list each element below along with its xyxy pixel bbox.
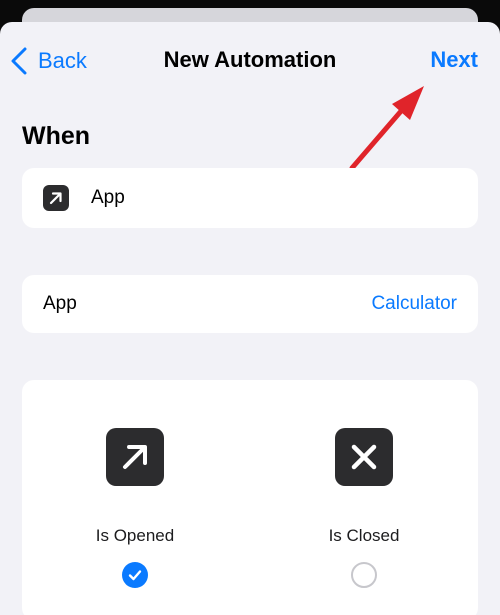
- checkmark-icon: [128, 570, 142, 581]
- arrow-up-right-icon: [106, 428, 164, 486]
- option-is-opened[interactable]: Is Opened: [55, 428, 215, 588]
- page-title: New Automation: [163, 47, 337, 72]
- option-label: Is Closed: [328, 526, 400, 545]
- option-label: Is Opened: [95, 526, 175, 545]
- automation-sheet: Back New Automation Next When App App Ca…: [0, 22, 500, 615]
- app-row-label: App: [43, 293, 77, 314]
- option-is-closed[interactable]: Is Closed: [284, 428, 444, 588]
- annotation-arrow-icon: [349, 86, 424, 171]
- radio-unchecked[interactable]: [351, 562, 377, 588]
- trigger-options-card: Is Opened Is Closed: [22, 380, 478, 615]
- arrow-up-right-icon: [43, 185, 69, 211]
- section-title: When: [22, 122, 91, 150]
- next-button[interactable]: Next: [430, 47, 478, 73]
- app-selector-row[interactable]: App Calculator: [22, 275, 478, 333]
- app-row-value[interactable]: Calculator: [371, 293, 457, 315]
- trigger-card[interactable]: App: [22, 168, 478, 228]
- trigger-label: App: [91, 187, 125, 208]
- radio-checked[interactable]: [122, 562, 148, 588]
- close-x-icon: [335, 428, 393, 486]
